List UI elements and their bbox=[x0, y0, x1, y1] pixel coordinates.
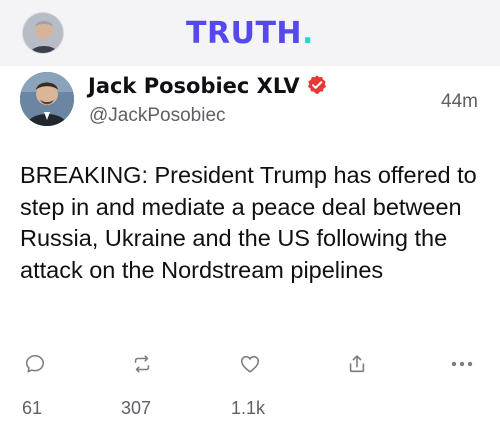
logo-dot: . bbox=[302, 16, 314, 51]
author-handle[interactable]: @JackPosobiec bbox=[89, 104, 226, 128]
retruth-count: 307 bbox=[121, 398, 152, 418]
comment-icon bbox=[25, 354, 45, 373]
heart-icon bbox=[240, 355, 260, 373]
logo-text: TRUTH bbox=[186, 16, 303, 51]
top-bar: TRUTH. bbox=[0, 0, 500, 66]
like-button[interactable] bbox=[238, 352, 262, 376]
author-name-text: Jack Posobiec XLV bbox=[88, 74, 300, 98]
verified-badge-icon bbox=[307, 75, 326, 94]
repost-icon bbox=[134, 355, 150, 373]
more-icon bbox=[451, 361, 473, 367]
author-avatar-icon bbox=[20, 72, 74, 126]
retruth-button[interactable] bbox=[130, 352, 154, 376]
author-display-name[interactable]: Jack Posobiec XLV bbox=[88, 73, 328, 99]
share-button[interactable] bbox=[345, 352, 369, 376]
author-avatar[interactable] bbox=[20, 72, 74, 126]
reply-button[interactable] bbox=[23, 352, 47, 376]
post-body-text: BREAKING: President Trump has offered to… bbox=[20, 162, 477, 283]
truth-logo[interactable]: TRUTH. bbox=[0, 18, 500, 50]
like-count: 1.1k bbox=[231, 398, 266, 418]
more-button[interactable] bbox=[450, 352, 474, 376]
share-icon bbox=[349, 355, 365, 373]
post-timestamp[interactable]: 44m bbox=[441, 90, 478, 114]
reply-count: 61 bbox=[22, 398, 43, 418]
